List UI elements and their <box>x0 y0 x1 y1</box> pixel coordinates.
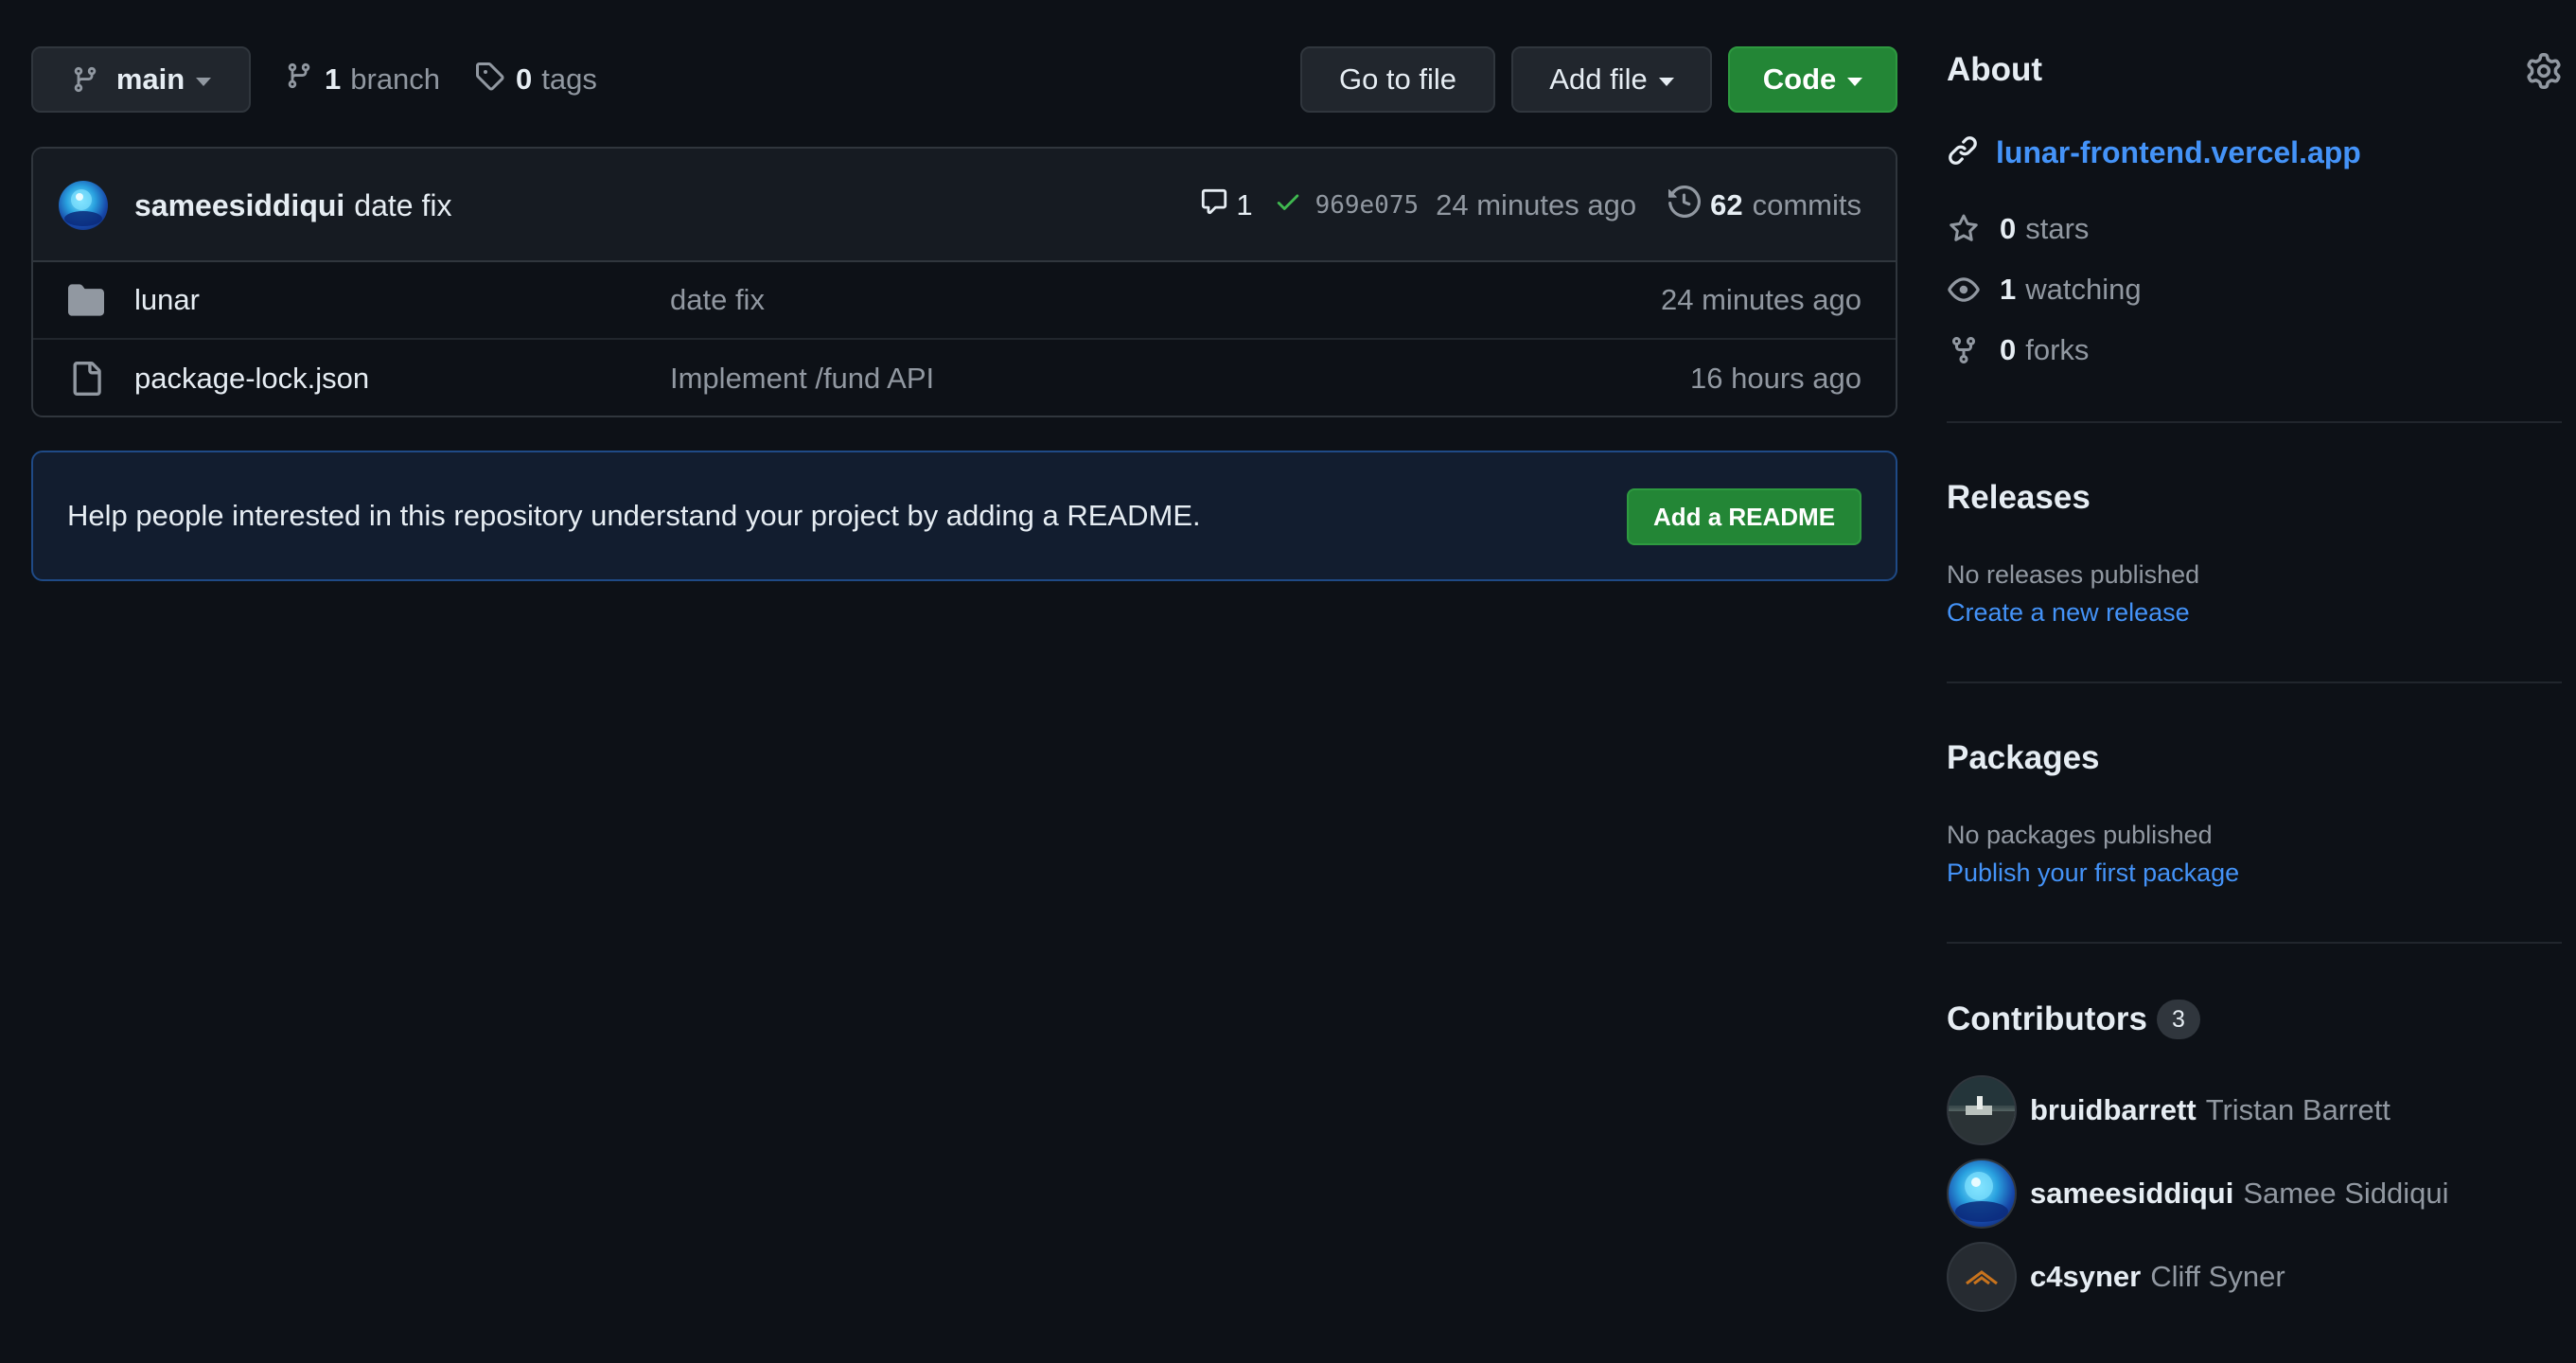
forks-link[interactable]: 0 forks <box>1947 328 2089 372</box>
branch-selector-button[interactable]: main <box>31 46 251 113</box>
add-file-label: Add file <box>1549 62 1648 96</box>
file-icon <box>67 360 105 398</box>
commit-time: 24 minutes ago <box>1436 188 1637 221</box>
repo-toolbar: main 1 branch 0 tags Go to file Add file… <box>31 46 1897 113</box>
file-name-link[interactable]: lunar <box>134 283 200 317</box>
packages-heading[interactable]: Packages <box>1947 739 2100 777</box>
create-release-link[interactable]: Create a new release <box>1947 598 2190 628</box>
table-row[interactable]: package-lock.json Implement /fund API 16… <box>33 340 1896 416</box>
readme-prompt-text: Help people interested in this repositor… <box>67 499 1201 532</box>
branches-link[interactable]: 1 branch <box>285 46 440 113</box>
star-icon <box>1947 214 1981 244</box>
go-to-file-label: Go to file <box>1338 62 1457 96</box>
repository-page: main 1 branch 0 tags Go to file Add file… <box>0 0 2576 1363</box>
branch-name: main <box>115 62 185 96</box>
repo-sidebar: About lunar-frontend.vercel.app 0 stars … <box>1947 0 2562 1363</box>
file-age: 16 hours ago <box>1690 362 1861 395</box>
commit-summary: sameesiddiqui date fix <box>134 149 451 262</box>
file-age: 24 minutes ago <box>1661 283 1861 316</box>
commit-comments-link[interactable]: 1 <box>1200 187 1253 223</box>
forks-word: forks <box>2025 333 2090 366</box>
forks-count: 0 <box>2000 333 2017 366</box>
code-label: Code <box>1762 62 1837 96</box>
contributor-item[interactable]: sameesiddiqui Samee Siddiqui <box>1947 1159 2449 1229</box>
tag-icon <box>474 61 504 98</box>
avatar[interactable] <box>1947 1075 2017 1145</box>
watching-word: watching <box>2025 273 2142 306</box>
tag-word: tags <box>541 62 597 96</box>
link-icon <box>1947 134 1979 171</box>
releases-heading[interactable]: Releases <box>1947 479 2091 517</box>
about-heading: About <box>1947 51 2043 88</box>
check-icon[interactable] <box>1274 187 1302 223</box>
publish-package-link[interactable]: Publish your first package <box>1947 859 2239 888</box>
releases-empty-text: No releases published <box>1947 560 2200 589</box>
file-name-link[interactable]: package-lock.json <box>134 362 369 396</box>
avatar[interactable] <box>1947 1159 2017 1229</box>
chevron-down-icon <box>196 77 212 86</box>
chevron-down-icon <box>1658 77 1674 86</box>
watching-count: 1 <box>2000 273 2017 306</box>
contributor-login[interactable]: sameesiddiqui <box>2030 1177 2233 1211</box>
contributor-name: Tristan Barrett <box>2205 1093 2391 1126</box>
stars-count: 0 <box>2000 212 2017 245</box>
commit-author-link[interactable]: sameesiddiqui <box>134 188 344 223</box>
contributors-count-badge: 3 <box>2156 1000 2200 1039</box>
folder-icon <box>67 281 105 319</box>
gear-icon[interactable] <box>2526 53 2562 94</box>
tags-link[interactable]: 0 tags <box>474 46 597 113</box>
commit-sha-link[interactable]: 969e075 <box>1315 191 1420 220</box>
table-row[interactable]: lunar date fix 24 minutes ago <box>33 262 1896 340</box>
branch-count: 1 <box>325 62 342 96</box>
commit-count: 62 <box>1710 188 1743 221</box>
contributor-item[interactable]: bruidbarrett Tristan Barrett <box>1947 1075 2391 1145</box>
comment-icon <box>1200 187 1228 223</box>
tag-count: 0 <box>516 62 533 96</box>
file-browser: sameesiddiqui date fix 1 969e075 24 minu… <box>31 147 1897 417</box>
commit-word: commits <box>1752 188 1861 221</box>
eye-icon <box>1947 274 1981 306</box>
commit-details: 1 969e075 24 minutes ago 62 commits <box>1200 149 1861 262</box>
commits-history-link[interactable]: 62 commits <box>1668 185 1861 225</box>
contributor-name: Samee Siddiqui <box>2243 1177 2449 1210</box>
stars-link[interactable]: 0 stars <box>1947 207 2089 251</box>
git-branch-icon <box>71 65 99 94</box>
add-readme-button[interactable]: Add a README <box>1627 488 1861 545</box>
contributor-name: Cliff Syner <box>2150 1260 2285 1293</box>
contributor-login[interactable]: bruidbarrett <box>2030 1093 2197 1127</box>
avatar[interactable] <box>59 181 108 230</box>
latest-commit-bar: sameesiddiqui date fix 1 969e075 24 minu… <box>33 149 1896 262</box>
history-icon <box>1668 185 1702 225</box>
contributor-item[interactable]: c4syner Cliff Syner <box>1947 1242 2285 1312</box>
add-file-button[interactable]: Add file <box>1511 46 1712 113</box>
packages-empty-text: No packages published <box>1947 821 2213 849</box>
watchers-link[interactable]: 1 watching <box>1947 268 2142 311</box>
go-to-file-button[interactable]: Go to file <box>1300 46 1495 113</box>
divider <box>1947 682 2562 683</box>
file-commit-message-link[interactable]: Implement /fund API <box>670 362 934 396</box>
chevron-down-icon <box>1847 77 1863 86</box>
commit-message-link[interactable]: date fix <box>354 188 451 223</box>
avatar[interactable] <box>1947 1242 2017 1312</box>
contributor-login[interactable]: c4syner <box>2030 1260 2141 1294</box>
file-commit-message-link[interactable]: date fix <box>670 283 765 317</box>
stars-word: stars <box>2025 212 2090 245</box>
divider <box>1947 421 2562 423</box>
divider <box>1947 942 2562 944</box>
readme-prompt-banner: Help people interested in this repositor… <box>31 451 1897 581</box>
fork-icon <box>1947 335 1981 365</box>
website-link-row[interactable]: lunar-frontend.vercel.app <box>1947 131 2361 174</box>
git-branch-icon <box>285 62 313 97</box>
website-link[interactable]: lunar-frontend.vercel.app <box>1996 135 2361 170</box>
contributors-heading-row[interactable]: Contributors 3 <box>1947 1000 2200 1039</box>
branch-word: branch <box>350 62 441 96</box>
contributors-heading: Contributors <box>1947 1000 2147 1037</box>
code-button[interactable]: Code <box>1728 46 1897 113</box>
comment-count: 1 <box>1236 188 1253 221</box>
